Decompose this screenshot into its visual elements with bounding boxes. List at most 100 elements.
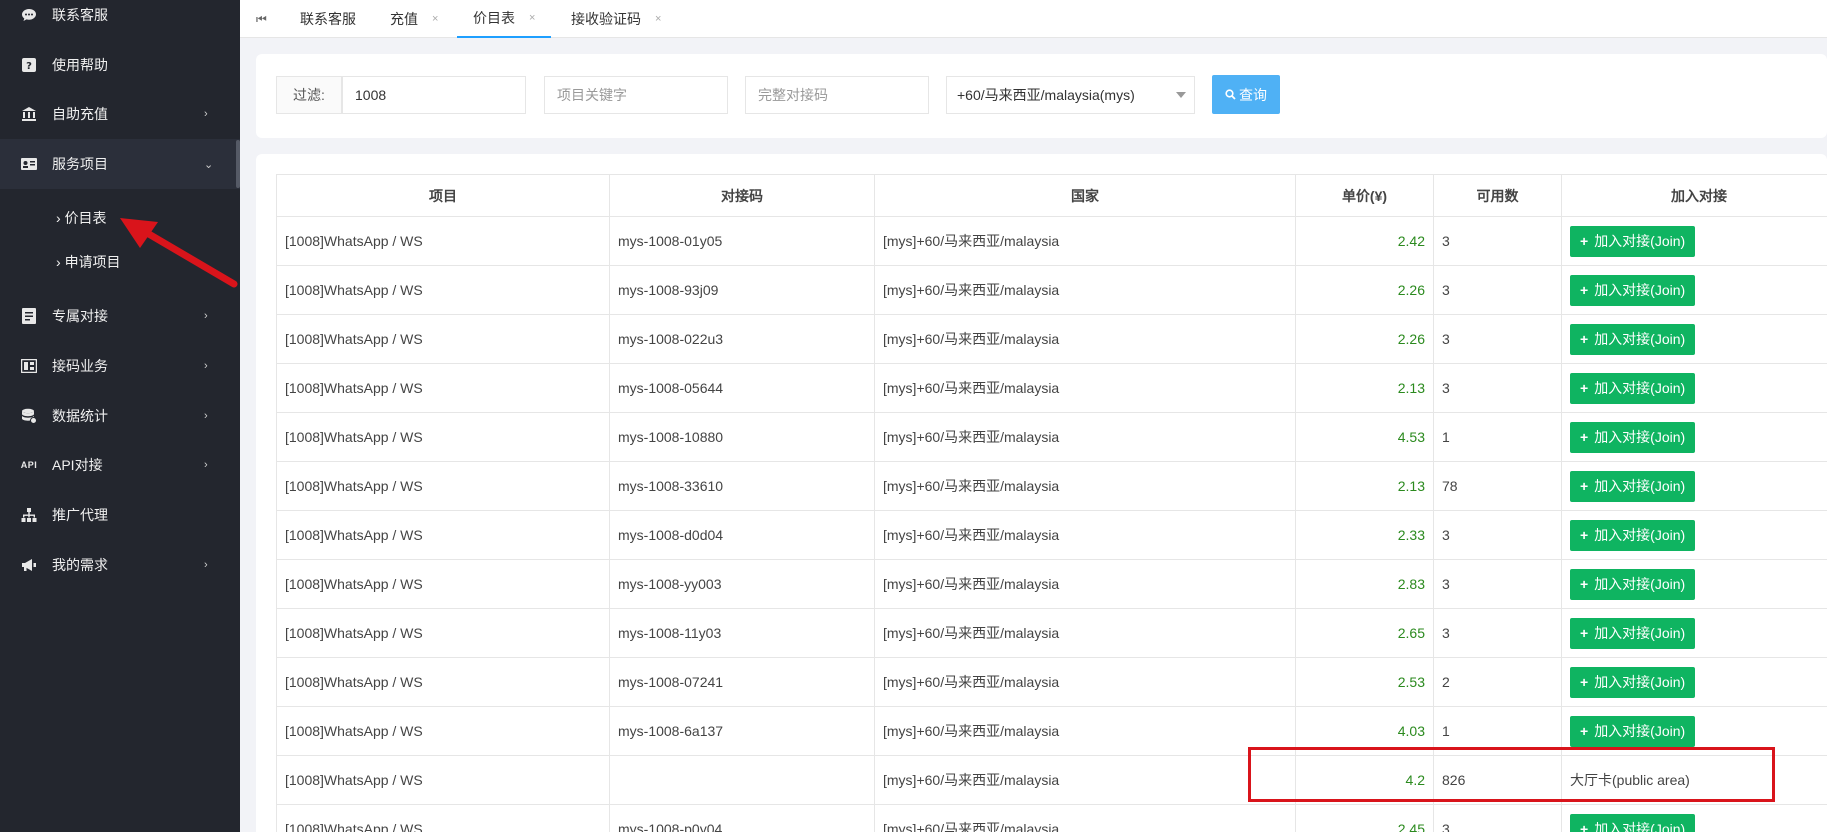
sidebar-item-label: 我的需求: [52, 557, 108, 573]
price-cell: 2.83: [1295, 559, 1434, 609]
sidebar-item-label: 专属对接: [52, 308, 108, 324]
close-icon[interactable]: ×: [529, 12, 535, 24]
annotation-arrow: [120, 218, 238, 288]
plus-icon: +: [1580, 576, 1589, 592]
query-button[interactable]: 查询: [1212, 75, 1280, 114]
table-row: [1008]WhatsApp / WS mys-1008-05644 [mys]+6…: [276, 363, 1827, 413]
keyword-input[interactable]: 项目关键字: [544, 76, 728, 114]
sidebar-item-promotion[interactable]: 推广代理: [0, 490, 240, 540]
column-header: 项目: [276, 174, 610, 217]
sidebar-item-dedicated[interactable]: 专属对接 ›: [0, 291, 240, 341]
sidebar-item-my-requests[interactable]: 我的需求 ›: [0, 540, 240, 590]
close-icon[interactable]: ×: [655, 13, 661, 25]
sidebar-item-sms-service[interactable]: 接码业务 ›: [0, 341, 240, 391]
sidebar-item-recharge[interactable]: 自助充值 ›: [0, 89, 240, 139]
plus-icon: +: [1580, 429, 1589, 445]
join-button[interactable]: + 加入对接(Join): [1570, 813, 1696, 832]
sidebar-item-api[interactable]: API API对接 ›: [0, 440, 240, 490]
available-cell: 2: [1433, 657, 1562, 707]
search-icon: [1225, 89, 1236, 100]
filter-input[interactable]: 1008: [342, 76, 526, 114]
join-button[interactable]: + 加入对接(Join): [1570, 421, 1696, 453]
join-button-label: 加入对接(Join): [1594, 429, 1686, 445]
project-cell: [1008]WhatsApp / WS: [276, 755, 610, 805]
action-cell: + 加入对接(Join): [1561, 216, 1827, 266]
tab-recharge[interactable]: 充值 ×: [390, 0, 438, 38]
join-button[interactable]: + 加入对接(Join): [1570, 519, 1696, 551]
project-cell: [1008]WhatsApp / WS: [276, 265, 610, 315]
chevron-right-icon: ›: [204, 310, 208, 322]
price-cell: 2.26: [1295, 265, 1434, 315]
tabs-home-icon[interactable]: ⏮: [256, 0, 267, 38]
code-cell: mys-1008-05644: [609, 363, 875, 413]
plus-icon: +: [1580, 331, 1589, 347]
api-icon: API: [20, 460, 38, 470]
sidebar-item-label: 推广代理: [52, 507, 108, 523]
code-cell: mys-1008-07241: [609, 657, 875, 707]
table-header-row: 项目 对接码 国家 单价(¥) 可用数 加入对接: [276, 174, 1827, 217]
join-button[interactable]: + 加入对接(Join): [1570, 470, 1696, 502]
sidebar-item-label: 使用帮助: [52, 57, 108, 73]
price-table: 项目 对接码 国家 单价(¥) 可用数 加入对接 [1008]WhatsApp …: [276, 174, 1827, 832]
country-cell: [mys]+60/马来西亚/malaysia: [874, 412, 1296, 462]
tab-receive-code[interactable]: 接收验证码 ×: [571, 0, 661, 38]
plus-icon: +: [1580, 723, 1589, 739]
join-button[interactable]: + 加入对接(Join): [1570, 323, 1696, 355]
project-cell: [1008]WhatsApp / WS: [276, 510, 610, 560]
sidebar-item-help[interactable]: ? 使用帮助: [0, 40, 240, 90]
join-button-label: 加入对接(Join): [1594, 282, 1686, 298]
price-cell: 2.53: [1295, 657, 1434, 707]
available-cell: 3: [1433, 265, 1562, 315]
action-cell: + 加入对接(Join): [1561, 363, 1827, 413]
chevron-right-icon: ›: [204, 410, 208, 422]
highlight-box: [1248, 747, 1775, 802]
price-cell: 2.45: [1295, 804, 1434, 832]
tab-price-list[interactable]: 价目表 ×: [457, 0, 552, 38]
join-button[interactable]: + 加入对接(Join): [1570, 568, 1696, 600]
join-button-label: 加入对接(Join): [1594, 527, 1686, 543]
available-cell: 78: [1433, 461, 1562, 511]
sidebar-item-support[interactable]: 联系客服: [0, 0, 240, 40]
available-cell: 3: [1433, 608, 1562, 658]
megaphone-icon: [20, 556, 38, 574]
project-cell: [1008]WhatsApp / WS: [276, 412, 610, 462]
close-icon[interactable]: ×: [432, 13, 438, 25]
country-cell: [mys]+60/马来西亚/malaysia: [874, 608, 1296, 658]
join-button[interactable]: + 加入对接(Join): [1570, 274, 1696, 306]
code-cell: mys-1008-p0y04: [609, 804, 875, 832]
join-button[interactable]: + 加入对接(Join): [1570, 666, 1696, 698]
sidebar-scrollbar[interactable]: [236, 140, 240, 188]
action-cell: + 加入对接(Join): [1561, 314, 1827, 364]
filter-card: 过滤: 1008 项目关键字 完整对接码 +60/马来西亚/malaysia(m…: [256, 54, 1827, 138]
action-cell: + 加入对接(Join): [1561, 265, 1827, 315]
join-button-label: 加入对接(Join): [1594, 576, 1686, 592]
tab-label: 接收验证码: [571, 11, 641, 27]
available-cell: 3: [1433, 804, 1562, 832]
join-button[interactable]: + 加入对接(Join): [1570, 715, 1696, 747]
price-cell: 2.65: [1295, 608, 1434, 658]
column-header: 单价(¥): [1295, 174, 1434, 217]
tab-label: 联系客服: [300, 11, 356, 27]
join-button[interactable]: + 加入对接(Join): [1570, 617, 1696, 649]
code-cell: mys-1008-022u3: [609, 314, 875, 364]
column-header: 对接码: [609, 174, 875, 217]
join-button-label: 加入对接(Join): [1594, 821, 1686, 832]
sidebar-item-statistics[interactable]: 数据统计 ›: [0, 391, 240, 441]
country-cell: [mys]+60/马来西亚/malaysia: [874, 363, 1296, 413]
country-cell: [mys]+60/马来西亚/malaysia: [874, 510, 1296, 560]
table-row: [1008]WhatsApp / WS mys-1008-07241 [mys]+6…: [276, 657, 1827, 707]
join-button[interactable]: + 加入对接(Join): [1570, 372, 1696, 404]
country-select[interactable]: +60/马来西亚/malaysia(mys): [946, 76, 1195, 114]
sidebar: 联系客服 ? 使用帮助 自助充值 › 服务项目 ⌄ › 价目表 › 申请项目 专…: [0, 0, 240, 832]
available-cell: 1: [1433, 412, 1562, 462]
code-input[interactable]: 完整对接码: [745, 76, 929, 114]
code-cell: mys-1008-01y05: [609, 216, 875, 266]
tab-support[interactable]: 联系客服: [300, 0, 356, 38]
action-cell: + 加入对接(Join): [1561, 608, 1827, 658]
join-button-label: 加入对接(Join): [1594, 233, 1686, 249]
chevron-right-icon: ›: [204, 559, 208, 571]
join-button[interactable]: + 加入对接(Join): [1570, 225, 1696, 257]
code-cell: mys-1008-10880: [609, 412, 875, 462]
sidebar-item-services[interactable]: 服务项目 ⌄: [0, 139, 240, 189]
plus-icon: +: [1580, 233, 1589, 249]
